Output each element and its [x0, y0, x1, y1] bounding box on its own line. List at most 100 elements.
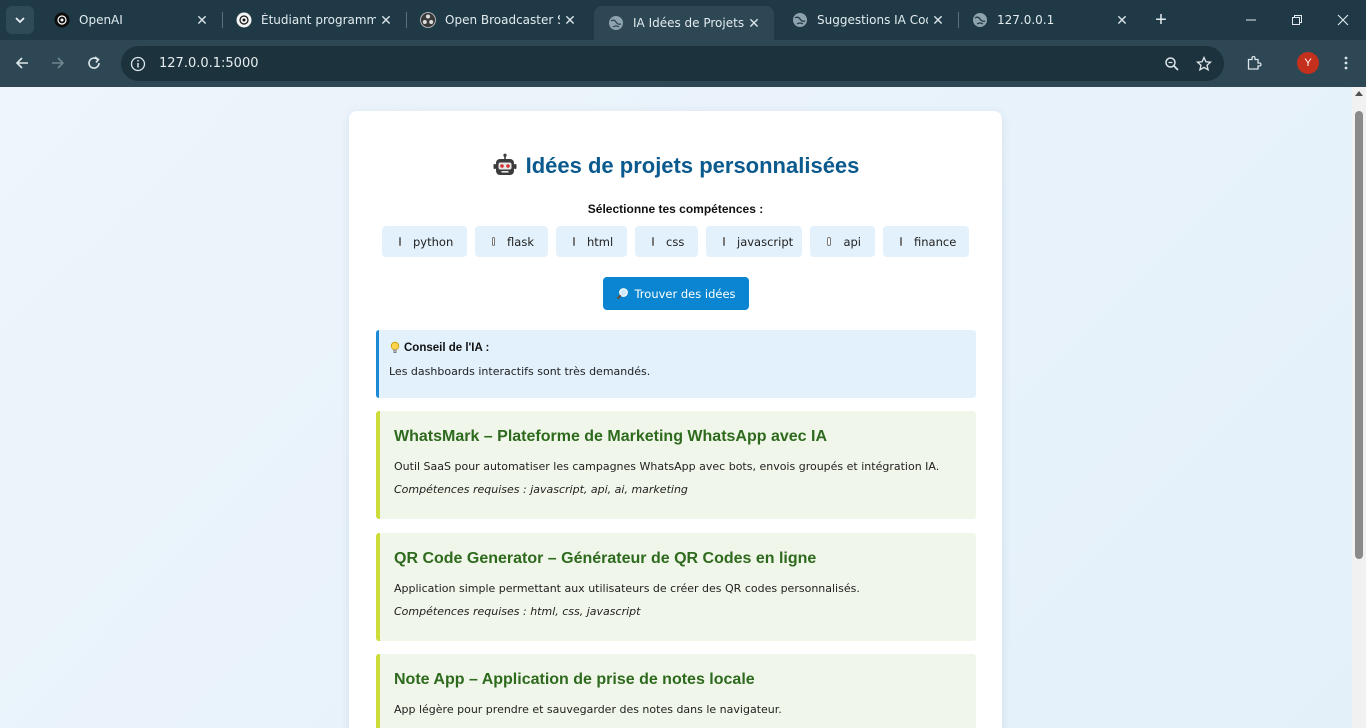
url-text: 127.0.0.1:5000	[159, 56, 259, 71]
globe-icon	[972, 12, 988, 28]
project-description: Outil SaaS pour automatiser les campagne…	[394, 460, 940, 473]
page-scrollbar[interactable]	[1352, 87, 1366, 728]
tab-localhost[interactable]: 127.0.0.1 ✕	[958, 0, 1142, 40]
skill-checkbox-css[interactable]: css	[635, 226, 698, 257]
puzzle-icon	[1247, 55, 1262, 70]
project-required-skills: Compétences requises : javascript, api, …	[394, 483, 688, 496]
obs-icon	[420, 12, 436, 28]
project-card: Note App – Application de prise de notes…	[376, 654, 976, 728]
plus-icon: +	[1155, 8, 1167, 31]
tab-obs[interactable]: Open Broadcaster Sof ✕	[406, 0, 590, 40]
tab-strip: OpenAI ✕ Étudiant programmat ✕ Open Broa…	[0, 0, 1366, 40]
project-card: WhatsMark – Plateforme de Marketing What…	[376, 411, 976, 519]
address-bar[interactable]: 127.0.0.1:5000	[121, 46, 1224, 81]
info-icon[interactable]	[123, 49, 153, 79]
browser-menu-button[interactable]	[1331, 48, 1361, 78]
tip-text: Les dashboards interactifs sont très dem…	[389, 365, 651, 378]
forward-button[interactable]	[43, 48, 73, 78]
profile-initial: Y	[1304, 57, 1312, 69]
minimize-button[interactable]	[1228, 0, 1274, 40]
tab-title: Suggestions IA Code	[817, 13, 928, 27]
magnifier-icon	[617, 288, 629, 300]
tip-heading: Conseil de l'IA :	[389, 341, 489, 354]
openai-icon	[236, 12, 252, 28]
bookmark-star-icon[interactable]	[1190, 50, 1218, 78]
page-title-text: Idées de projets personnalisées	[525, 153, 860, 178]
close-window-button[interactable]	[1320, 0, 1366, 40]
find-ideas-label: Trouver des idées	[634, 286, 736, 301]
zoom-icon[interactable]	[1158, 50, 1186, 78]
page-title: Idées de projets personnalisées	[349, 153, 1002, 179]
tab-title: IA Idées de Projets - C	[633, 16, 744, 30]
checkbox[interactable]	[652, 237, 654, 246]
scroll-up-icon[interactable]	[1355, 91, 1363, 96]
skill-checkbox-python[interactable]: python	[382, 226, 467, 257]
project-title: QR Code Generator – Générateur de QR Cod…	[394, 550, 817, 567]
close-icon[interactable]: ✕	[744, 13, 764, 33]
ai-tip-box: Conseil de l'IA : Les dashboards interac…	[376, 330, 976, 398]
globe-icon	[792, 12, 808, 28]
lightbulb-icon	[390, 341, 400, 353]
chevron-down-icon	[15, 17, 25, 24]
find-ideas-button[interactable]: Trouver des idées	[603, 277, 749, 310]
skill-checkbox-html[interactable]: html	[556, 226, 627, 257]
checkbox[interactable]	[492, 237, 496, 246]
project-required-skills: Compétences requises : html, css, javasc…	[394, 605, 641, 618]
skill-checkbox-finance[interactable]: finance	[883, 226, 969, 257]
scrollbar-thumb[interactable]	[1355, 111, 1363, 559]
close-icon[interactable]: ✕	[928, 10, 948, 30]
tab-etudiant[interactable]: Étudiant programmat ✕	[222, 0, 407, 40]
close-icon	[1337, 14, 1349, 26]
skill-checkbox-api[interactable]: api	[810, 226, 875, 257]
openai-icon	[54, 12, 70, 28]
main-card: Idées de projets personnalisées Sélectio…	[349, 111, 1002, 728]
tip-heading-text: Conseil de l'IA :	[404, 341, 490, 354]
project-description: App légère pour prendre et sauvegarder d…	[394, 703, 782, 716]
close-icon[interactable]: ✕	[1112, 10, 1132, 30]
restore-icon	[1292, 15, 1302, 25]
globe-icon	[608, 15, 624, 31]
skill-label: python	[413, 234, 454, 249]
skill-label: finance	[914, 234, 957, 249]
tab-ia-idees[interactable]: IA Idées de Projets - C ✕	[594, 6, 774, 40]
skill-label: html	[587, 234, 614, 249]
skill-label: javascript	[737, 234, 794, 249]
checkbox[interactable]	[827, 237, 832, 246]
back-button[interactable]	[7, 48, 37, 78]
page-viewport: Idées de projets personnalisées Sélectio…	[0, 87, 1352, 728]
checkbox[interactable]	[723, 237, 725, 246]
project-title: Note App – Application de prise de notes…	[394, 671, 755, 688]
skill-label: flask	[507, 234, 534, 249]
new-tab-button[interactable]: +	[1150, 9, 1172, 31]
close-icon[interactable]: ✕	[560, 10, 580, 30]
skill-label: css	[666, 234, 685, 249]
more-vertical-icon	[1344, 56, 1348, 70]
extensions-button[interactable]	[1239, 48, 1269, 78]
restore-button[interactable]	[1274, 0, 1320, 40]
tab-title: Open Broadcaster Sof	[445, 13, 560, 27]
robot-icon	[493, 153, 517, 175]
checkbox[interactable]	[399, 237, 401, 246]
browser-toolbar: 127.0.0.1:5000	[0, 40, 1366, 87]
reload-button[interactable]	[79, 48, 109, 78]
checkbox[interactable]	[573, 237, 575, 246]
skill-checkbox-javascript[interactable]: javascript	[706, 226, 802, 257]
profile-avatar[interactable]: Y	[1297, 52, 1319, 74]
skills-checkbox-group: python flask html css javascript api fin…	[382, 226, 969, 257]
tab-title: Étudiant programmat	[261, 13, 376, 27]
tab-title: OpenAI	[79, 13, 123, 27]
tab-title: 127.0.0.1	[997, 13, 1055, 27]
tab-openai[interactable]: OpenAI ✕	[40, 0, 223, 40]
project-description: Application simple permettant aux utilis…	[394, 582, 860, 595]
project-title: WhatsMark – Plateforme de Marketing What…	[394, 428, 827, 445]
minimize-icon	[1246, 19, 1256, 21]
tab-suggestions[interactable]: Suggestions IA Code ✕	[778, 0, 959, 40]
tab-search-button[interactable]	[6, 6, 34, 34]
arrow-left-icon	[15, 57, 28, 69]
close-icon[interactable]: ✕	[376, 10, 396, 30]
skill-checkbox-flask[interactable]: flask	[475, 226, 548, 257]
close-icon[interactable]: ✕	[192, 10, 212, 30]
project-card: QR Code Generator – Générateur de QR Cod…	[376, 533, 976, 641]
arrow-right-icon	[52, 57, 65, 69]
checkbox[interactable]	[900, 237, 902, 246]
